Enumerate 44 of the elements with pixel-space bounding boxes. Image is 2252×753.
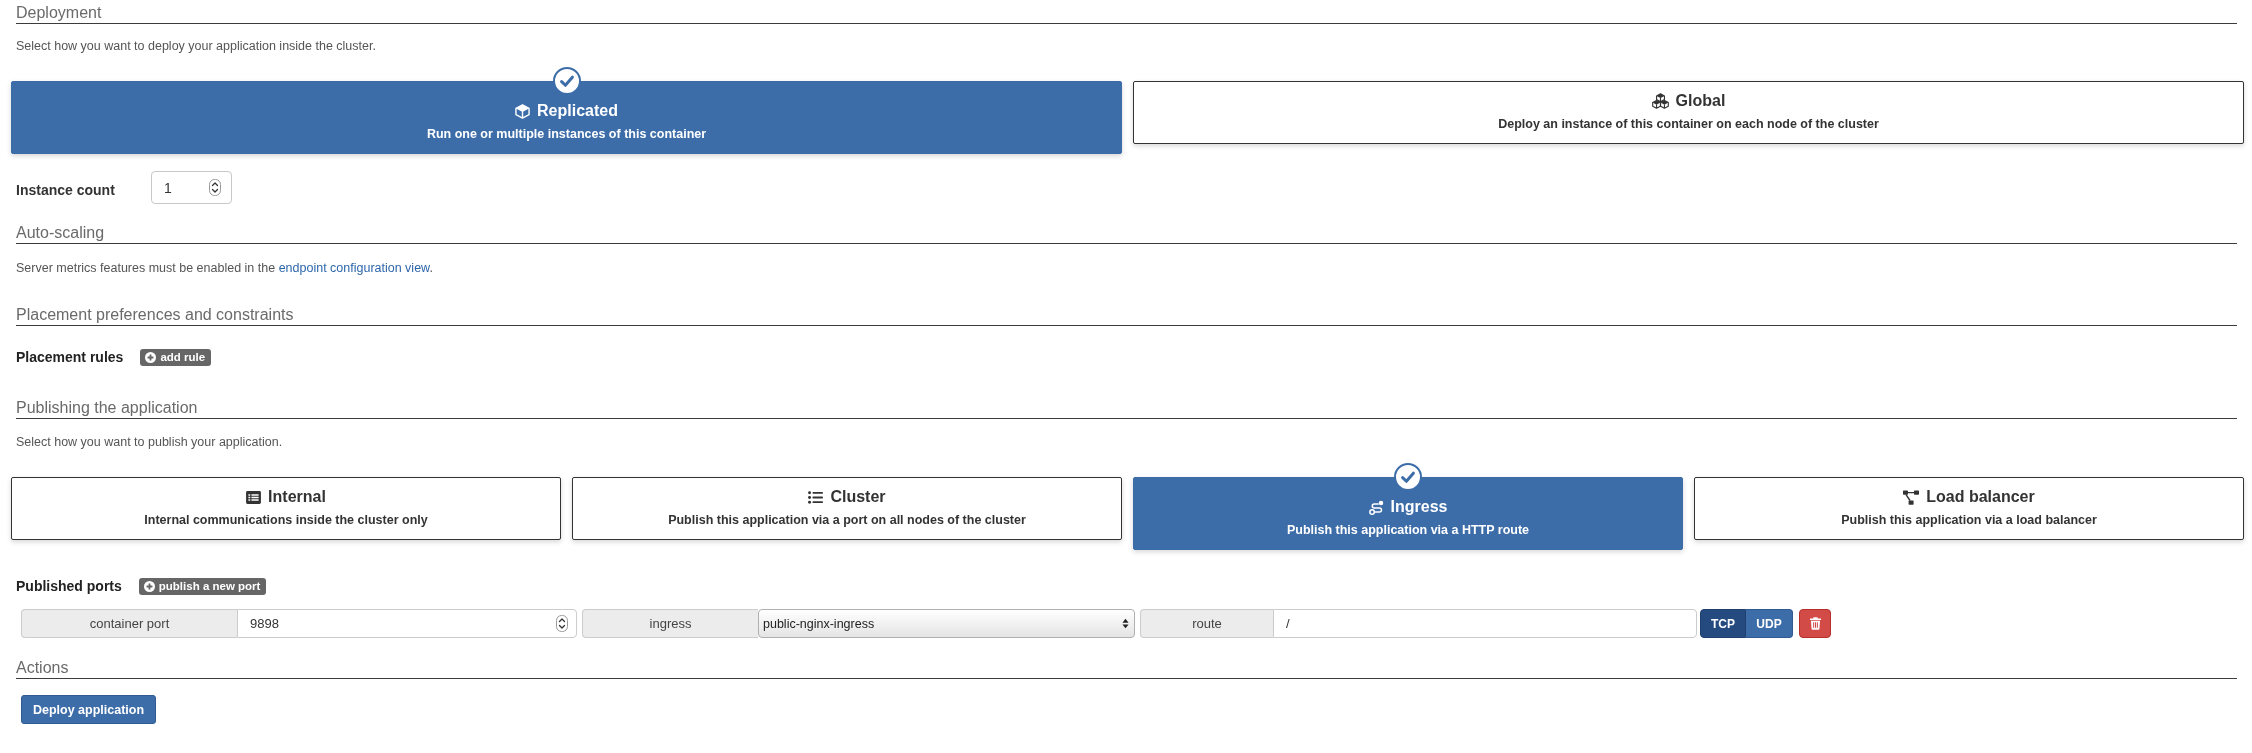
auto-scaling-note: Server metrics features must be enabled in the endpoint configuration view. [16, 260, 434, 276]
list-icon [808, 490, 824, 504]
input-label: ingress [582, 609, 758, 638]
section-heading: Deployment [16, 4, 102, 21]
field-label: Instance count [16, 182, 116, 198]
option-card[interactable]: Load balancer Publish this application via a load balancer [1694, 477, 2244, 540]
section-description: Select how you want to deploy your application inside the cluster. [16, 38, 377, 54]
protocol-button[interactable]: TCP [1700, 609, 1746, 638]
stepper-icon[interactable] [209, 179, 221, 196]
dropdown-select[interactable]: public-nginx-ingress [758, 609, 1135, 638]
plus-circle-icon [145, 351, 157, 363]
number-field[interactable]: 1 [151, 171, 232, 204]
deploy-button[interactable]: Deploy application [21, 695, 156, 724]
option-card[interactable]: Replicated Run one or multiple instances of this container [11, 81, 1122, 154]
cubes-icon [1651, 93, 1669, 109]
route-field[interactable]: / [1273, 609, 1697, 638]
diagram-icon [1903, 489, 1920, 505]
option-card[interactable]: Ingress Publish this application via a HTTP route [1133, 477, 1683, 550]
field-label: Published ports [16, 578, 122, 594]
add-button[interactable]: publish a new port [138, 577, 267, 595]
plus-circle-icon [143, 580, 155, 592]
stepper-icon[interactable] [556, 615, 568, 632]
option-card[interactable]: Internal Internal communications inside the cluster only [11, 477, 561, 540]
section-heading: Auto-scaling [16, 224, 105, 241]
section-heading: Actions [16, 659, 69, 676]
list-box-icon [246, 490, 262, 504]
input-label: route [1140, 609, 1273, 638]
option-card[interactable]: Cluster Publish this application via a port on all nodes of the cluster [572, 477, 1122, 540]
protocol-button[interactable]: UDP [1746, 609, 1793, 638]
check-circle-icon [552, 67, 581, 95]
port-field[interactable]: 9898 [237, 609, 577, 638]
route-icon [1368, 499, 1384, 515]
section-heading: Placement preferences and constraints [16, 306, 294, 323]
option-card[interactable]: Global Deploy an instance of this container on each node of the cluster [1133, 81, 2244, 144]
delete-button[interactable] [1799, 609, 1831, 638]
section-description: Select how you want to publish your application. [16, 434, 284, 450]
add-button[interactable]: add rule [140, 348, 212, 366]
trash-icon [1809, 617, 1821, 630]
check-circle-icon [1394, 463, 1422, 491]
dropdown-arrows-icon [1122, 618, 1129, 629]
cube-icon [515, 103, 531, 119]
section-heading: Publishing the application [16, 399, 198, 416]
input-label: container port [21, 609, 237, 638]
field-label: Placement rules [16, 349, 124, 365]
